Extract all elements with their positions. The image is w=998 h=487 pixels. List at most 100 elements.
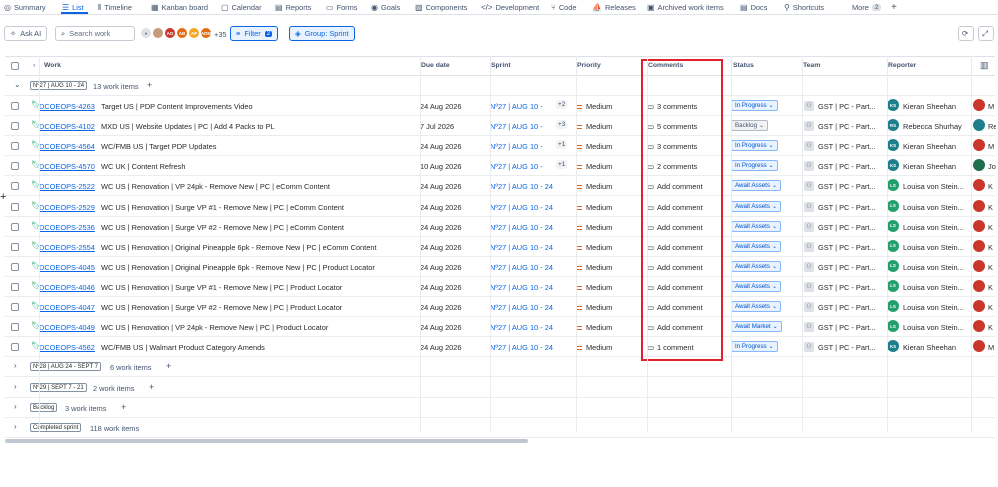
status-dropdown[interactable]: Await Market ⌄ [731, 321, 782, 333]
sprint-value[interactable]: Nº27 | AUG 10 - 24 [490, 243, 553, 252]
avatar[interactable]: AP [188, 27, 200, 39]
priority-cell[interactable]: Medium [576, 303, 612, 312]
team-cell[interactable]: ⚇ GST | PC - Part... [802, 181, 876, 192]
chevron-right-icon[interactable]: › [14, 361, 17, 370]
work-item-key[interactable]: DCOEOPS-4562 [39, 343, 95, 352]
priority-cell[interactable]: Medium [576, 182, 612, 191]
due-date[interactable]: 24 Aug 2026 [420, 203, 462, 212]
due-date[interactable]: 24 Aug 2026 [420, 323, 462, 332]
table-row[interactable]: 🔖︎ DCOEOPS-4102 MXD US | Website Updates |… [5, 116, 996, 137]
column-header-work[interactable]: Work [44, 62, 61, 69]
sprint-group-header[interactable]: › Nº29 | SEPT 7 - 21 2 work items + [5, 378, 995, 398]
column-header-sprint[interactable]: Sprint [491, 62, 511, 69]
sprint-group-header[interactable]: › Completed sprint 118 work items [5, 418, 995, 438]
status-dropdown[interactable]: In Progress ⌄ [731, 100, 778, 111]
sprint-value[interactable]: Nº27 | AUG 10 - [490, 162, 543, 171]
sprint-value[interactable]: Nº27 | AUG 10 - 24 [490, 303, 553, 312]
sprint-value[interactable]: Nº27 | AUG 10 - 24 [490, 343, 553, 352]
work-item-summary[interactable]: WC US | Renovation | VP 24pk - Remove Ne… [101, 182, 416, 191]
row-checkbox[interactable] [11, 323, 19, 332]
row-checkbox[interactable] [11, 242, 19, 251]
priority-cell[interactable]: Medium [576, 162, 612, 171]
tab-shortcuts[interactable]: ⚲ Shortcuts [784, 2, 824, 13]
tab-components[interactable]: ▧ Components [415, 2, 467, 13]
tab-forms[interactable]: ▭ Forms [326, 2, 358, 13]
team-cell[interactable]: ⚇ GST | PC - Part... [802, 302, 876, 312]
status-dropdown[interactable]: Await Assets ⌄ [731, 200, 782, 212]
reporter-name[interactable]: Rebecca Shurhay [903, 122, 969, 131]
tab-summary[interactable]: ◎ Summary [4, 2, 46, 13]
add-icon[interactable]: + [166, 361, 171, 371]
work-item-summary[interactable]: WC US | Renovation | VP 24pk - Remove Ne… [101, 323, 416, 332]
team-cell[interactable]: ⚇ GST | PC - Part... [802, 141, 876, 152]
reporter-name[interactable]: Louisa von Stein... [903, 263, 969, 272]
table-row[interactable]: 🔖︎ DCOEOPS-4046 WC US | Renovation | Surge… [5, 277, 995, 297]
tab-development[interactable]: </> Development [481, 2, 539, 13]
reporter-name[interactable]: Kieran Sheehan [903, 102, 969, 111]
reporter-name[interactable]: Louisa von Stein... [903, 283, 969, 292]
search-input[interactable]: ⌕ Search work [55, 26, 135, 41]
column-header-status[interactable]: Status [733, 62, 754, 69]
assignee-name[interactable]: K [988, 243, 996, 252]
table-row[interactable]: 🔖︎ DCOEOPS-4263 Target US | PDP Content Im… [5, 96, 995, 116]
add-icon[interactable]: + [147, 80, 152, 90]
filter-button[interactable]: ≡ Filter 2 [230, 26, 279, 41]
row-checkbox[interactable] [11, 282, 19, 291]
row-checkbox[interactable] [11, 182, 19, 191]
work-item-key[interactable]: DCOEOPS-4049 [39, 323, 95, 332]
add-icon[interactable]: + [121, 402, 126, 412]
sprint-value[interactable]: Nº27 | AUG 10 - 24 [490, 223, 553, 232]
add-row-icon[interactable]: + [0, 191, 6, 203]
team-cell[interactable]: ⚇ GST | PC - Part... [802, 281, 876, 292]
avatar[interactable]: ADM [200, 27, 212, 39]
add-icon[interactable]: + [149, 382, 154, 392]
assignee-name[interactable]: M [988, 102, 996, 111]
row-checkbox[interactable] [11, 142, 19, 151]
tab-calendar[interactable]: ▢ Calendar [221, 2, 262, 13]
team-cell[interactable]: ⚇ GST | PC - Part... [802, 201, 876, 212]
reporter-name[interactable]: Louisa von Stein... [903, 223, 969, 232]
work-item-summary[interactable]: WC US | Renovation | Original Pineapple … [101, 243, 416, 252]
status-dropdown[interactable]: In Progress ⌄ [731, 160, 778, 172]
sprint-group-header[interactable]: ⌄ Nº27 | AUG 10 - 24 13 work items + [5, 76, 995, 96]
assignee-name[interactable]: K [988, 323, 996, 332]
work-item-key[interactable]: DCOEOPS-4047 [39, 303, 95, 312]
row-checkbox[interactable] [11, 262, 19, 271]
sprint-value[interactable]: Nº27 | AUG 10 - [490, 142, 543, 151]
reporter-name[interactable]: Louisa von Stein... [903, 323, 969, 332]
tab-more[interactable]: More 2 [852, 2, 882, 13]
work-item-summary[interactable]: MXD US | Website Updates | PC | Add 4 Pa… [101, 122, 416, 131]
status-dropdown[interactable]: Await Assets ⌄ [731, 240, 782, 252]
table-row[interactable]: 🔖︎ DCOEOPS-2529 WC US | Renovation | Surge… [5, 197, 995, 217]
work-item-summary[interactable]: WC UK | Content Refresh [101, 162, 416, 171]
sprint-value[interactable]: Nº27 | AUG 10 - 24 [490, 283, 553, 292]
group-by-button[interactable]: ◈ Group: Sprint [289, 26, 355, 41]
team-cell[interactable]: ⚇ GST | PC - Part... [802, 342, 876, 353]
work-item-key[interactable]: DCOEOPS-4045 [39, 263, 95, 272]
sprint-value[interactable]: Nº27 | AUG 10 - 24 [490, 203, 553, 212]
assignee-name[interactable]: Jo [988, 162, 996, 171]
sprint-more-badge[interactable]: +2 [556, 100, 568, 109]
avatar-overflow-count[interactable]: +35 [214, 30, 227, 39]
due-date[interactable]: 24 Aug 2026 [420, 243, 462, 252]
assignee-name[interactable]: K [988, 263, 996, 272]
work-item-key[interactable]: DCOEOPS-4102 [39, 122, 95, 131]
reporter-name[interactable]: Kieran Sheehan [903, 343, 969, 352]
team-cell[interactable]: ⚇ GST | PC - Part... [802, 241, 876, 252]
table-row[interactable]: 🔖︎ DCOEOPS-4045 WC US | Renovation | Origi… [5, 257, 995, 277]
reporter-name[interactable]: Kieran Sheehan [903, 142, 969, 151]
status-dropdown[interactable]: In Progress ⌄ [731, 341, 778, 353]
sprint-value[interactable]: Nº27 | AUG 10 - 24 [490, 323, 553, 332]
status-dropdown[interactable]: Await Assets ⌄ [731, 260, 782, 272]
due-date[interactable]: 24 Aug 2026 [420, 223, 462, 232]
due-date[interactable]: 24 Aug 2026 [420, 343, 462, 352]
reporter-name[interactable]: Louisa von Stein... [903, 203, 969, 212]
due-date[interactable]: 24 Aug 2026 [420, 263, 462, 272]
add-tab-icon[interactable]: + [891, 2, 897, 13]
row-checkbox[interactable] [11, 122, 19, 131]
work-item-summary[interactable]: Target US | PDP Content Improvements Vid… [101, 102, 416, 111]
reporter-name[interactable]: Kieran Sheehan [903, 162, 969, 171]
sprint-value[interactable]: Nº27 | AUG 10 - [490, 122, 543, 131]
work-item-key[interactable]: DCOEOPS-2522 [39, 182, 95, 191]
select-all-checkbox[interactable] [11, 62, 19, 70]
